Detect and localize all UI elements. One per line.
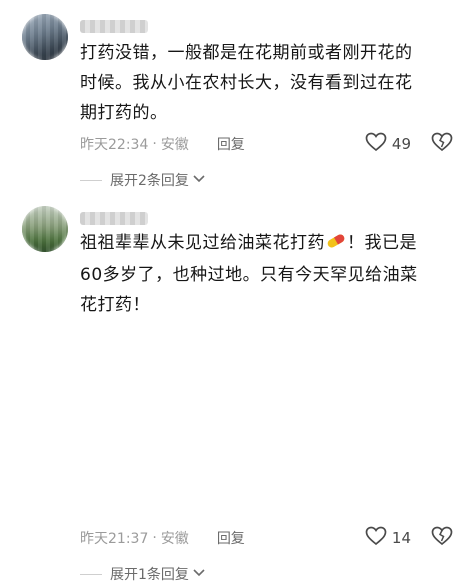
- meta-separator: ·: [152, 530, 157, 546]
- username-blurred[interactable]: [80, 212, 148, 225]
- dislike-icon[interactable]: [431, 526, 453, 550]
- comment-line: 祖祖辈辈从未见过给油菜花打药 ！我已是: [80, 228, 460, 260]
- chevron-down-icon: [192, 172, 206, 188]
- comment-line-part: ！我已是: [347, 233, 417, 253]
- comment-meta: 昨天21:37 · 安徽 回复: [80, 528, 245, 548]
- comment-line: 期打药的。: [80, 103, 168, 123]
- expand-replies-label: 展开2条回复: [110, 173, 189, 189]
- expand-replies-label: 展开1条回复: [110, 567, 189, 583]
- comment-line: 打药没错，一般都是在花期前或者刚开花的: [80, 43, 413, 63]
- comment-text: 打药没错，一般都是在花期前或者刚开花的 时候。我从小在农村长大，没有看到过在花 …: [80, 38, 460, 128]
- location: 安徽: [160, 531, 189, 547]
- meta-separator: ·: [152, 136, 157, 152]
- comment-line: 时候。我从小在农村长大，没有看到过在花: [80, 73, 413, 93]
- expand-replies-button[interactable]: 展开2条回复: [80, 170, 206, 190]
- like-icon[interactable]: [365, 526, 387, 550]
- comment-line: 60多岁了，也种过地。只有今天罕见给油菜: [80, 265, 418, 285]
- comment-actions: 14: [365, 526, 453, 550]
- username-blurred[interactable]: [80, 20, 148, 33]
- comment-meta: 昨天22:34 · 安徽 回复: [80, 134, 245, 154]
- like-count: 49: [391, 135, 411, 153]
- expand-divider: [80, 179, 102, 181]
- reply-button[interactable]: 回复: [217, 134, 245, 154]
- comment-line-part: 祖祖辈辈从未见过给油菜花打药: [80, 233, 325, 253]
- timestamp: 昨天22:34: [80, 137, 149, 153]
- avatar[interactable]: [22, 14, 68, 60]
- comment-line: 花打药！: [80, 295, 150, 315]
- expand-replies-button[interactable]: 展开1条回复: [80, 564, 206, 584]
- expand-divider: [80, 573, 102, 575]
- chevron-down-icon: [192, 566, 206, 582]
- reply-button[interactable]: 回复: [217, 528, 245, 548]
- timestamp: 昨天21:37: [80, 531, 149, 547]
- like-icon[interactable]: [365, 132, 387, 156]
- dislike-icon[interactable]: [431, 132, 453, 156]
- like-count: 14: [391, 529, 411, 547]
- comment-text: 祖祖辈辈从未见过给油菜花打药 ！我已是 60多岁了，也种过地。只有今天罕见给油菜 …: [80, 228, 460, 320]
- pill-emoji: [325, 230, 347, 260]
- avatar[interactable]: [22, 206, 68, 252]
- comment-actions: 49: [365, 132, 453, 156]
- location: 安徽: [160, 137, 189, 153]
